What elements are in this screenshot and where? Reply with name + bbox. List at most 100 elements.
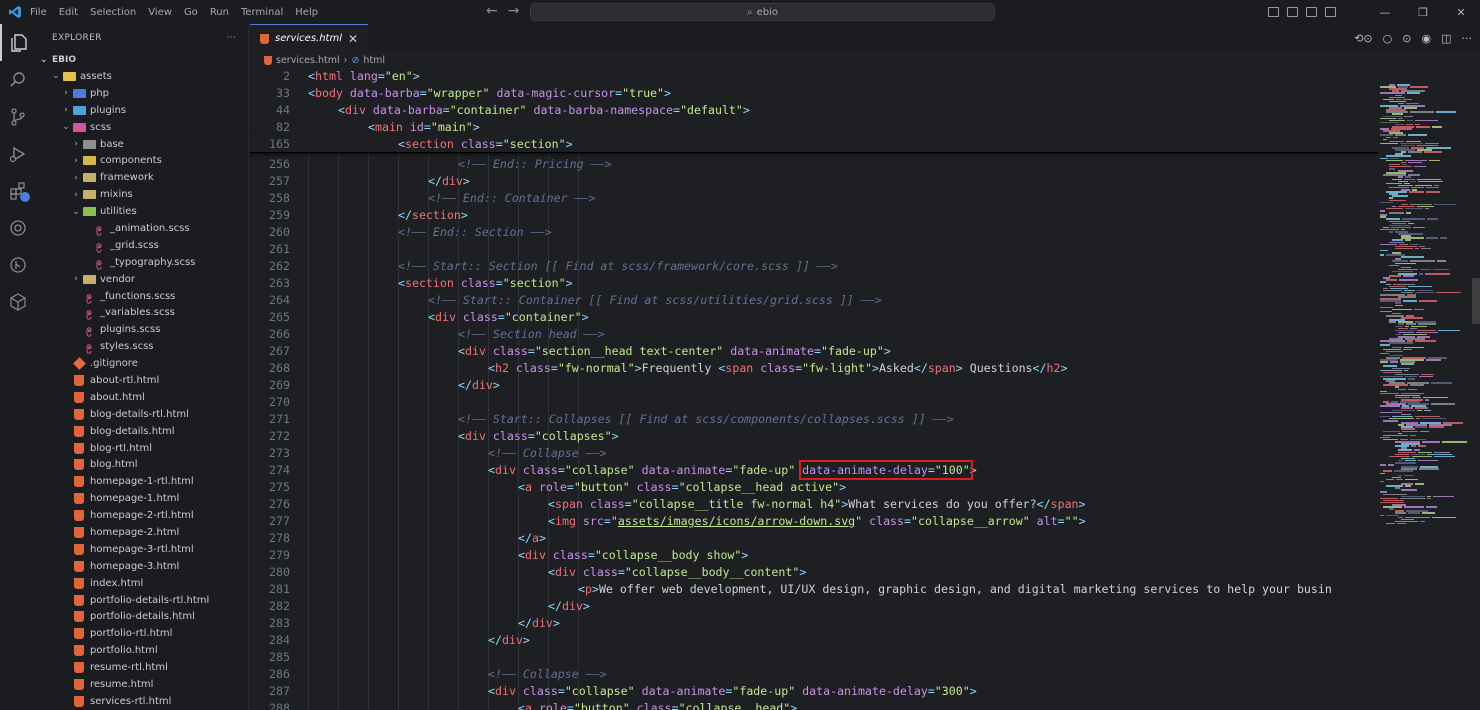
tree-folder[interactable]: › plugins (36, 102, 248, 119)
sticky-scroll-line[interactable]: 82 <main id="main"> (250, 119, 1378, 136)
explorer-more-button[interactable]: ··· (227, 33, 236, 43)
source-control-icon[interactable] (0, 98, 36, 135)
code-line[interactable]: 282 </div> (250, 598, 1378, 615)
minimap[interactable] (1380, 68, 1472, 710)
tree-file[interactable]: ဨ _typography.scss (36, 254, 248, 271)
breadcrumb-file[interactable]: services.html (276, 55, 340, 66)
open-preview-icon[interactable]: ◉ (1421, 32, 1431, 45)
restore-icon[interactable]: ❐ (1404, 6, 1442, 19)
workspace-root[interactable]: ⌄ EBIO (36, 52, 248, 68)
code-line[interactable]: 267 <div class="section__head text-center… (250, 343, 1378, 360)
code-line[interactable]: 257 </div> (250, 173, 1378, 190)
run-debug-icon[interactable] (0, 135, 36, 172)
code-line[interactable]: 283 </div> (250, 615, 1378, 632)
tree-folder[interactable]: › mixins (36, 186, 248, 203)
code-line[interactable]: 258 <!—— End:: Container ——> (250, 190, 1378, 207)
tree-file[interactable]: homepage-3.html (36, 558, 248, 575)
split-editor-icon[interactable]: ◫ (1441, 32, 1451, 45)
code-line[interactable]: 273 <!—— Collapse ——> (250, 445, 1378, 462)
toggle-panel-icon[interactable] (1287, 7, 1298, 17)
go-forward-icon[interactable]: ⊙ (1402, 32, 1411, 45)
menu-item-terminal[interactable]: Terminal (241, 7, 291, 18)
tree-file[interactable]: portfolio-details.html (36, 609, 248, 626)
code-line[interactable]: 276 <span class="collapse__title fw-norma… (250, 496, 1378, 513)
code-line[interactable]: 256 <!—— End:: Pricing ——> (250, 156, 1378, 173)
tree-file[interactable]: blog-details.html (36, 423, 248, 440)
tree-file[interactable]: ဨ _variables.scss (36, 304, 248, 321)
search-sidebar-icon[interactable] (0, 61, 36, 98)
code-line[interactable]: 260 <!—— End:: Section ——> (250, 224, 1378, 241)
code-line[interactable]: 259 </section> (250, 207, 1378, 224)
tree-file[interactable]: blog-details-rtl.html (36, 406, 248, 423)
code-line[interactable]: 285 (250, 649, 1378, 666)
close-tab-icon[interactable]: ✕ (348, 32, 358, 46)
tree-file[interactable]: homepage-2.html (36, 524, 248, 541)
sticky-scroll-line[interactable]: 44 <div data-barba="container" data-barba… (250, 102, 1378, 119)
code-line[interactable]: 270 (250, 394, 1378, 411)
tree-file[interactable]: homepage-2-rtl.html (36, 507, 248, 524)
code-line[interactable]: 268 <h2 class="fw-normal">Frequently <spa… (250, 360, 1378, 377)
tree-file[interactable]: resume-rtl.html (36, 659, 248, 676)
tree-folder[interactable]: › php (36, 85, 248, 102)
tree-folder[interactable]: › framework (36, 169, 248, 186)
tree-file[interactable]: portfolio.html (36, 642, 248, 659)
git-graph-icon[interactable] (0, 246, 36, 283)
sticky-scroll-line[interactable]: 2 <html lang="en"> (250, 68, 1378, 85)
tree-file[interactable]: blog-rtl.html (36, 440, 248, 457)
tree-file[interactable]: resume.html (36, 676, 248, 693)
code-line[interactable]: 275 <a role="button" class="collapse__hea… (250, 479, 1378, 496)
menu-item-view[interactable]: View (148, 7, 180, 18)
vertical-scrollbar[interactable] (1472, 68, 1480, 710)
tree-file[interactable]: index.html (36, 575, 248, 592)
tree-file[interactable]: ဨ _functions.scss (36, 288, 248, 305)
tree-folder[interactable]: › base (36, 136, 248, 153)
extensions-icon[interactable] (0, 172, 36, 209)
command-center-search[interactable]: ⌕ ebio (530, 3, 995, 21)
customize-layout-icon[interactable] (1325, 7, 1336, 17)
scrollbar-thumb[interactable] (1472, 278, 1480, 324)
menu-item-go[interactable]: Go (184, 7, 206, 18)
code-editor[interactable]: 256 <!—— End:: Pricing ——> 257 </div> 258 <!—… (250, 68, 1378, 710)
close-window-icon[interactable]: ✕ (1442, 6, 1480, 19)
go-back-icon[interactable]: ○ (1383, 32, 1393, 45)
code-line[interactable]: 272 <div class="collapses"> (250, 428, 1378, 445)
tree-folder[interactable]: ⌄ assets (36, 68, 248, 85)
forward-arrow-icon[interactable]: → (508, 3, 520, 19)
code-line[interactable]: 278 </a> (250, 530, 1378, 547)
tree-file[interactable]: homepage-1.html (36, 490, 248, 507)
sticky-scroll-line[interactable]: 165 <section class="section"> (250, 136, 1378, 153)
tree-file[interactable]: about.html (36, 389, 248, 406)
tree-folder[interactable]: › vendor (36, 271, 248, 288)
code-line[interactable]: 287 <div class="collapse" data-animate="f… (250, 683, 1378, 700)
code-line[interactable]: 281 <p>We offer web development, UI/UX de… (250, 581, 1378, 598)
explorer-icon[interactable] (0, 24, 36, 61)
code-line[interactable]: 277 <img src="assets/images/icons/arrow-d… (250, 513, 1378, 530)
menu-item-run[interactable]: Run (210, 7, 237, 18)
tree-file[interactable]: .gitignore (36, 355, 248, 372)
tree-file[interactable]: blog.html (36, 456, 248, 473)
more-actions-icon[interactable]: ··· (1462, 32, 1473, 45)
tree-file[interactable]: ဨ plugins.scss (36, 321, 248, 338)
toggle-sidebar-icon[interactable] (1268, 7, 1279, 17)
tab-services-html[interactable]: services.html ✕ (250, 24, 369, 52)
code-line[interactable]: 271 <!—— Start:: Collapses [[ Find at scs… (250, 411, 1378, 428)
code-line[interactable]: 263 <section class="section"> (250, 275, 1378, 292)
tree-file[interactable]: ဨ styles.scss (36, 338, 248, 355)
code-line[interactable]: 274 <div class="collapse" data-animate="f… (250, 460, 1378, 480)
menu-item-selection[interactable]: Selection (90, 7, 144, 18)
code-line[interactable]: 288 <a role="button" class="collapse__hea… (250, 700, 1378, 710)
minimize-icon[interactable]: — (1366, 6, 1404, 19)
tree-file[interactable]: about-rtl.html (36, 372, 248, 389)
menu-item-edit[interactable]: Edit (59, 7, 86, 18)
compare-icon[interactable]: ⟲⊙ (1354, 32, 1372, 45)
code-line[interactable]: 279 <div class="collapse__body show"> (250, 547, 1378, 564)
code-line[interactable]: 261 (250, 241, 1378, 258)
tree-file[interactable]: portfolio-details-rtl.html (36, 592, 248, 609)
back-arrow-icon[interactable]: ← (486, 3, 498, 19)
container-icon[interactable] (0, 283, 36, 320)
tree-file[interactable]: homepage-3-rtl.html (36, 541, 248, 558)
code-line[interactable]: 286 <!—— Collapse ——> (250, 666, 1378, 683)
menu-item-file[interactable]: File (30, 7, 55, 18)
code-line[interactable]: 269 </div> (250, 377, 1378, 394)
tree-file[interactable]: ဨ _grid.scss (36, 237, 248, 254)
